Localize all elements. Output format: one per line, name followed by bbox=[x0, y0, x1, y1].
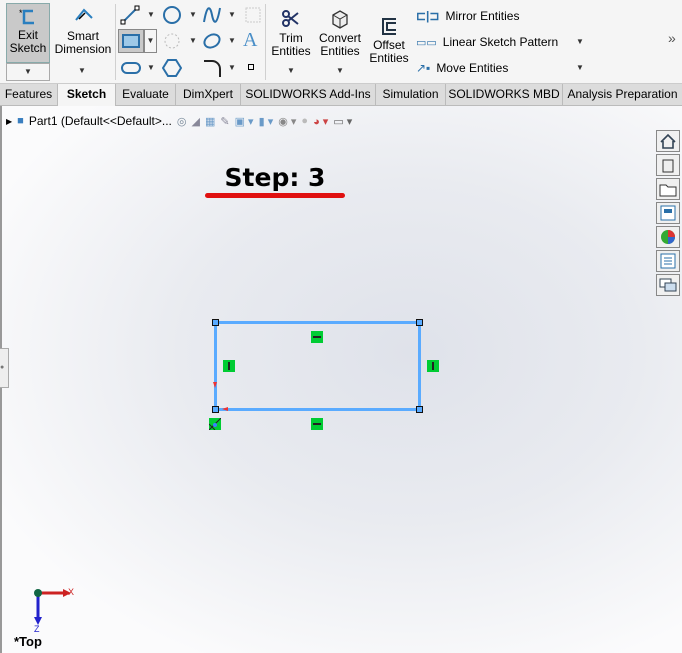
sketch-vertex[interactable] bbox=[212, 319, 219, 326]
sketch-vertex[interactable] bbox=[416, 406, 423, 413]
horizontal-relation-icon[interactable] bbox=[311, 331, 323, 343]
triad-x-label: X bbox=[68, 587, 75, 597]
vertical-relation-icon[interactable] bbox=[427, 360, 439, 372]
vertical-relation-icon[interactable] bbox=[223, 360, 235, 372]
sketch-vertex[interactable] bbox=[416, 319, 423, 326]
coincident-relation-icon[interactable] bbox=[208, 417, 222, 431]
sketch-rectangle[interactable] bbox=[0, 0, 682, 653]
sketch-vertex[interactable] bbox=[212, 406, 219, 413]
triad-z-label: Z bbox=[34, 624, 40, 634]
view-orientation-label: *Top bbox=[14, 634, 42, 649]
horizontal-relation-icon[interactable] bbox=[311, 418, 323, 430]
